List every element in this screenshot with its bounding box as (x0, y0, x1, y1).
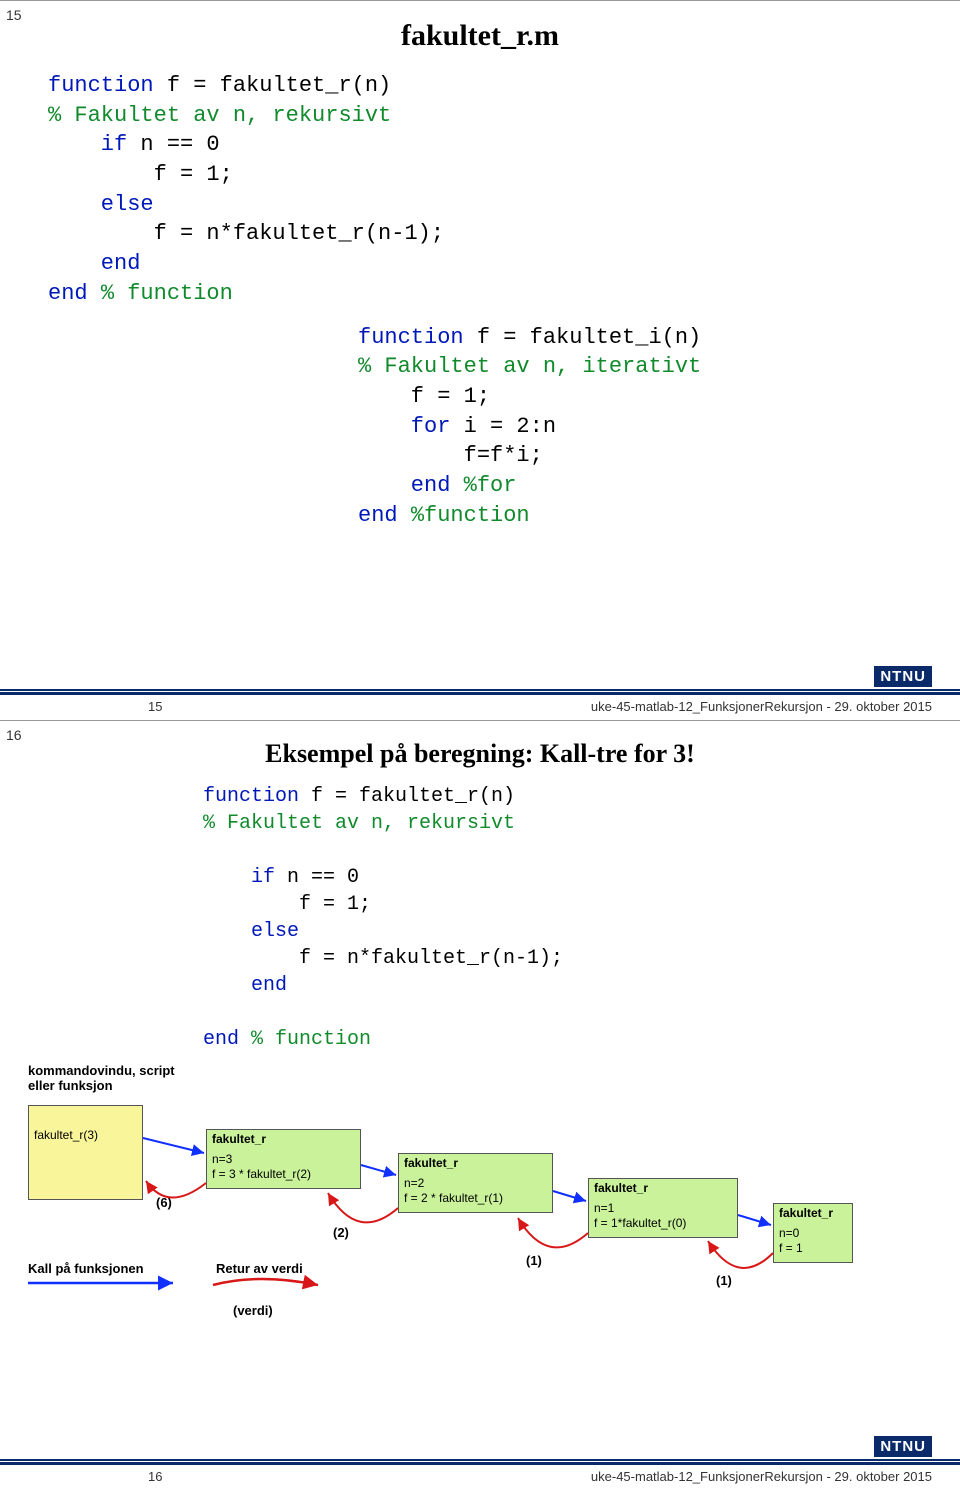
footer-page-number: 15 (148, 699, 162, 714)
kw-end: end (203, 974, 287, 997)
footer-page-number: 16 (148, 1469, 162, 1484)
call-tree-diagram: kommandovindu, script eller funksjon fak… (28, 1063, 932, 1323)
page-number-corner: 16 (6, 727, 22, 743)
ntnu-badge: NTNU (874, 1436, 932, 1457)
slide-title: fakultet_r.m (28, 19, 932, 53)
footer-text: uke-45-matlab-12_FunksjonerRekursjon - 2… (162, 699, 932, 714)
return-value-6: (6) (156, 1195, 172, 1210)
code-comment: % Fakultet av n, rekursivt (48, 103, 391, 128)
kw-end: end (48, 251, 140, 276)
code-text: f=f*i; (358, 443, 543, 468)
box-body: n=2 f = 2 * fakultet_r(1) (399, 1173, 552, 1212)
code-comment: % Fakultet av n, iterativt (358, 354, 701, 379)
return-value-1b: (1) (716, 1273, 732, 1288)
kw-function: function (203, 785, 299, 808)
code-text: i = 2:n (450, 414, 556, 439)
kw-if: if (48, 132, 127, 157)
return-value-1a: (1) (526, 1253, 542, 1268)
code-text: f = fakultet_r(n) (299, 785, 515, 808)
code-text: f = 1; (358, 384, 490, 409)
legend-return-label: Retur av verdi (216, 1261, 303, 1276)
box-body: n=3 f = 3 * fakultet_r(2) (207, 1149, 360, 1188)
code-block-recursive: function f = fakultet_r(n) % Fakultet av… (48, 71, 932, 309)
ntnu-badge: NTNU (874, 666, 932, 687)
kw-function: function (358, 325, 464, 350)
code-comment: % Fakultet av n, rekursivt (203, 812, 515, 835)
page-number-corner: 15 (6, 7, 22, 23)
code-text: n == 0 (275, 866, 359, 889)
kw-function: function (48, 73, 154, 98)
kw-for: for (358, 414, 450, 439)
recursion-box-1: fakultet_r n=3 f = 3 * fakultet_r(2) (206, 1129, 361, 1189)
box-header: fakultet_r (207, 1130, 360, 1149)
recursion-box-4: fakultet_r n=0 f = 1 (773, 1203, 853, 1263)
code-text: f = fakultet_i(n) (464, 325, 702, 350)
recursion-box-3: fakultet_r n=1 f = 1*fakultet_r(0) (588, 1178, 738, 1238)
box-body: n=0 f = 1 (774, 1223, 852, 1262)
kw-end: end (358, 503, 411, 528)
kw-end: end (48, 281, 101, 306)
kw-end: end (358, 473, 464, 498)
box-header: fakultet_r (774, 1204, 852, 1223)
code-block-recursive: function f = fakultet_r(n) % Fakultet av… (203, 783, 932, 1053)
code-text: f = 1; (203, 893, 371, 916)
code-text: n == 0 (127, 132, 219, 157)
code-text: f = n*fakultet_r(n-1); (203, 947, 563, 970)
caller-box: fakultet_r(3) (28, 1105, 143, 1200)
code-comment: % function (251, 1028, 371, 1051)
kw-else: else (48, 192, 154, 217)
return-value-2: (2) (333, 1225, 349, 1240)
kw-if: if (203, 866, 275, 889)
code-block-iterative: function f = fakultet_i(n) % Fakultet av… (358, 323, 932, 531)
box-header: fakultet_r (589, 1179, 737, 1198)
legend-call-label: Kall på funksjonen (28, 1261, 144, 1276)
code-comment: % function (101, 281, 233, 306)
legend-value-label: (verdi) (233, 1303, 273, 1318)
kw-end: end (203, 1028, 251, 1051)
caller-label: kommandovindu, script eller funksjon (28, 1063, 175, 1093)
recursion-box-2: fakultet_r n=2 f = 2 * fakultet_r(1) (398, 1153, 553, 1213)
slide-title: Eksempel på beregning: Kall-tre for 3! (28, 739, 932, 769)
box-body: n=1 f = 1*fakultet_r(0) (589, 1198, 737, 1237)
caller-call-text: fakultet_r(3) (29, 1106, 142, 1149)
code-text: f = n*fakultet_r(n-1); (48, 221, 444, 246)
code-text: f = fakultet_r(n) (154, 73, 392, 98)
kw-else: else (203, 920, 299, 943)
box-header: fakultet_r (399, 1154, 552, 1173)
code-text: f = 1; (48, 162, 233, 187)
footer-text: uke-45-matlab-12_FunksjonerRekursjon - 2… (162, 1469, 932, 1484)
code-comment: %for (464, 473, 517, 498)
code-comment: %function (411, 503, 530, 528)
